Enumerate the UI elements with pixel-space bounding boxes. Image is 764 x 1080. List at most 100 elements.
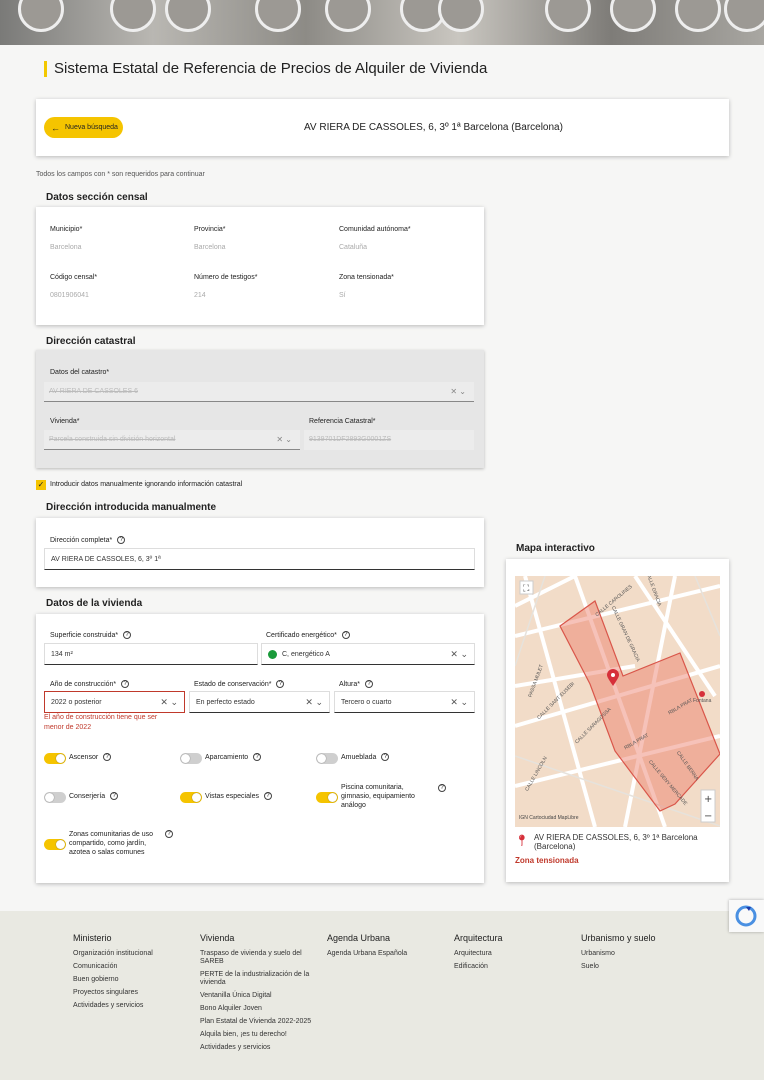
manual-card: Dirección completa*? AV RIERA DE CASSOLE… — [36, 518, 484, 587]
help-icon[interactable]: ? — [381, 753, 390, 762]
superficie-input[interactable]: 134 m² — [44, 643, 258, 665]
svg-text:+: + — [704, 794, 712, 805]
toggle-vistas[interactable] — [180, 792, 202, 803]
help-icon[interactable]: ? — [110, 792, 119, 801]
footer-link[interactable]: Actividades y servicios — [200, 1044, 313, 1052]
toggle-piscina[interactable] — [316, 792, 338, 803]
help-icon[interactable]: ? — [341, 631, 350, 639]
provincia-label: Provincia* — [194, 226, 226, 233]
anio-select[interactable]: 2022 o posterior ✕ ⌄ — [44, 691, 185, 713]
search-card: ← Nueva búsqueda AV RIERA DE CASSOLES, 6… — [36, 99, 729, 156]
map-title: Mapa interactivo — [516, 543, 595, 554]
footer-link[interactable]: Comunicación — [73, 963, 186, 971]
section-catastral-title: Dirección catastral — [46, 336, 136, 347]
censal-card: Municipio* Barcelona Provincia* Barcelon… — [36, 207, 484, 325]
footer-link[interactable]: PERTE de la industrialización de la vivi… — [200, 971, 313, 987]
footer-col-agenda: Agenda Urbana Agenda Urbana Española — [327, 933, 440, 963]
toggle-aparcamiento[interactable] — [180, 753, 202, 764]
recaptcha-badge[interactable] — [729, 900, 764, 932]
estado-value: En perfecto estado — [196, 699, 255, 706]
footer-link[interactable]: Suelo — [581, 963, 694, 971]
aparcamiento-label: Aparcamiento? — [205, 753, 262, 762]
footer-link[interactable]: Buen gobierno — [73, 976, 186, 984]
zona-value: Sí — [339, 292, 346, 299]
altura-value: Tercero o cuarto — [341, 699, 392, 706]
cert-label: Certificado energético*? — [266, 631, 350, 639]
testigos-label: Número de testigos* — [194, 274, 258, 281]
footer-link[interactable]: Actividades y servicios — [73, 1002, 186, 1010]
map-address: AV RIERA DE CASSOLES, 6, 3º 1ª Barcelona… — [534, 833, 698, 851]
estado-select[interactable]: En perfecto estado ✕ ⌄ — [189, 691, 330, 713]
clear-chevron-icon[interactable]: ✕ ⌄ — [450, 697, 468, 708]
footer-link[interactable]: Alquila bien, ¡es tu derecho! — [200, 1031, 313, 1039]
manual-checkbox[interactable]: ✓ — [36, 480, 46, 490]
toggle-conserjeria[interactable] — [44, 792, 66, 803]
toggle-zonas[interactable] — [44, 839, 66, 850]
help-icon[interactable]: ? — [253, 753, 262, 762]
cert-select[interactable]: C, energético A ✕ ⌄ — [261, 643, 475, 665]
help-icon[interactable]: ? — [365, 680, 374, 688]
footer-link[interactable]: Edificación — [454, 963, 567, 971]
footer-col-title: Ministerio — [73, 933, 112, 943]
help-icon[interactable]: ? — [438, 784, 446, 792]
estado-label: Estado de conservación*? — [194, 680, 285, 688]
map-attribution[interactable]: IGN Cartociudad MapLibre — [519, 815, 578, 821]
catastro-select: AV RIERA DE CASSOLES 6 ✕ ⌄ — [44, 382, 474, 402]
help-icon[interactable]: ? — [123, 631, 132, 639]
clear-chevron-icon[interactable]: ✕ ⌄ — [450, 649, 468, 660]
footer-link[interactable]: Arquitectura — [454, 950, 567, 958]
footer-link[interactable]: Urbanismo — [581, 950, 694, 958]
clear-chevron-icon[interactable]: ✕ ⌄ — [305, 697, 323, 708]
search-address: AV RIERA DE CASSOLES, 6, 3º 1ª Barcelona… — [304, 122, 563, 133]
section-censal-title: Datos sección censal — [46, 192, 148, 203]
altura-select[interactable]: Tercero o cuarto ✕ ⌄ — [334, 691, 475, 713]
footer-col-title: Agenda Urbana — [327, 933, 391, 943]
footer-col-ministerio: Ministerio Organización institucional Co… — [73, 933, 186, 1015]
footer-link[interactable]: Plan Estatal de Vivienda 2022-2025 — [200, 1018, 313, 1026]
toggle-amueblada[interactable] — [316, 753, 338, 764]
location-pin-icon: 📍︎ — [515, 835, 529, 847]
toggle-ascensor[interactable] — [44, 753, 66, 764]
metro-fontana: Fontana — [693, 698, 712, 704]
vivienda-cat-select: Parcela construida sin división horizont… — [44, 430, 300, 450]
help-icon[interactable]: ? — [103, 753, 112, 762]
footer-col-urbanismo: Urbanismo y suelo Urbanismo Suelo — [581, 933, 694, 976]
required-note: Todos los campos con * son requeridos pa… — [36, 171, 205, 178]
clear-chevron-icon[interactable]: ✕ ⌄ — [160, 697, 178, 708]
catastral-card: Datos del catastro* AV RIERA DE CASSOLES… — [36, 350, 484, 468]
svg-text:⛶: ⛶ — [522, 583, 530, 594]
help-icon[interactable]: ? — [263, 792, 272, 801]
catastro-value: AV RIERA DE CASSOLES 6 — [49, 388, 138, 395]
cert-value: C, energético A — [282, 651, 330, 658]
ref-field: 9139701DF2893G0001ZS — [304, 430, 474, 450]
anio-error: El año de construcción tiene que ser men… — [44, 714, 158, 731]
new-search-button[interactable]: ← Nueva búsqueda — [44, 117, 123, 138]
page-title: Sistema Estatal de Referencia de Precios… — [44, 61, 487, 77]
footer-link[interactable]: Ventanilla Única Digital — [200, 992, 313, 1000]
footer-link[interactable]: Traspaso de vivienda y suelo del SAREB — [200, 950, 313, 966]
interactive-map[interactable]: ⛶ + − CALLE CAROLINES CALLE GRACIA CALLE… — [515, 576, 720, 827]
vistas-label: Vistas especiales? — [205, 792, 272, 801]
testigos-value: 214 — [194, 292, 206, 299]
zonas-label: Zonas comunitarias de uso compartido, co… — [69, 831, 154, 856]
catastro-label: Datos del catastro* — [50, 369, 110, 376]
help-icon[interactable]: ? — [165, 830, 173, 838]
section-vivienda-title: Datos de la vivienda — [46, 598, 143, 609]
energy-class-icon — [268, 650, 277, 659]
footer-link[interactable]: Organización institucional — [73, 950, 186, 958]
footer-link[interactable]: Bono Alquiler Joven — [200, 1005, 313, 1013]
svg-text:−: − — [704, 811, 712, 822]
comunidad-label: Comunidad autónoma* — [339, 226, 411, 233]
codigo-value: 0801906041 — [50, 292, 89, 299]
superficie-label: Superficie construida*? — [50, 631, 132, 639]
help-icon[interactable]: ? — [117, 536, 126, 544]
amueblada-label: Amueblada? — [341, 753, 390, 762]
footer-link[interactable]: Proyectos singulares — [73, 989, 186, 997]
help-icon[interactable]: ? — [121, 680, 130, 688]
ref-label: Referencia Catastral* — [309, 418, 376, 425]
direccion-input[interactable]: AV RIERA DE CASSOLES, 6, 3º 1ª — [44, 548, 475, 570]
footer-col-title: Vivienda — [200, 933, 235, 943]
footer-link[interactable]: Agenda Urbana Española — [327, 950, 440, 958]
help-icon[interactable]: ? — [276, 680, 285, 688]
footer-col-arquitectura: Arquitectura Arquitectura Edificación — [454, 933, 567, 976]
